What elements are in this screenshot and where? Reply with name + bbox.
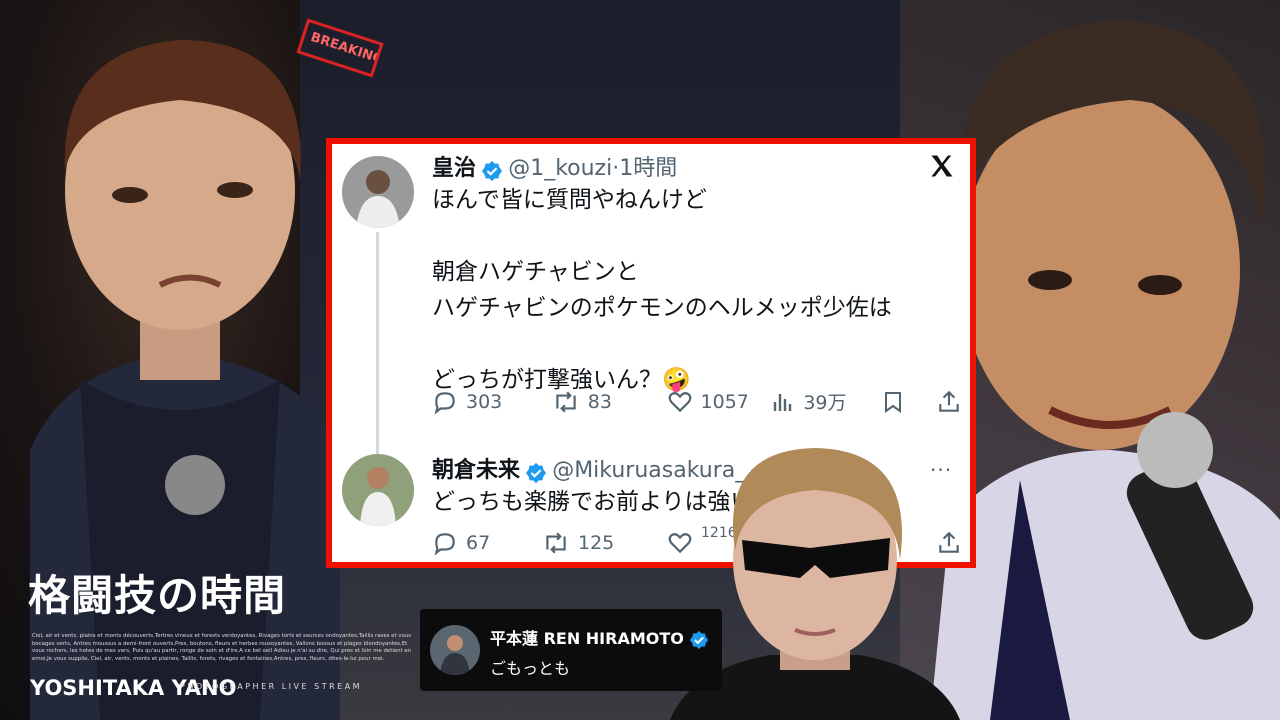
repost-icon <box>546 532 566 554</box>
brand-subtitle: PHOTOGRAPHER LIVE STREAM <box>180 682 363 691</box>
repost-button[interactable]: 83 <box>552 389 667 415</box>
like-icon <box>668 391 691 412</box>
verified-icon <box>482 160 503 181</box>
thread-line <box>376 232 379 454</box>
like-count: 1057 <box>700 390 749 413</box>
views-icon <box>774 393 792 411</box>
views-button[interactable]: 39万 <box>771 388 881 415</box>
reply-icon <box>434 391 455 414</box>
author-handle[interactable]: @1_kouzi <box>508 156 612 181</box>
tweet-line: 朝倉ハゲチャビンと <box>432 259 639 285</box>
reply-reply-button[interactable]: 67 <box>432 530 542 556</box>
bookmark-icon <box>885 391 902 413</box>
verified-icon <box>526 462 547 483</box>
bookmark-button[interactable] <box>881 389 936 415</box>
tweet-line: ハゲチャビンのポケモンのヘルメッポ少佐は <box>432 295 892 321</box>
tweet-line: ほんで皆に質問やねんけど <box>432 187 707 213</box>
author-name[interactable]: 皇治 <box>432 156 476 181</box>
tweet-header: 皇治 @1_kouzi·1時間 <box>432 150 677 182</box>
comment-header: 平本蓮 REN HIRAMOTO <box>490 625 709 650</box>
share-button[interactable] <box>936 389 962 415</box>
reply-count: 303 <box>466 390 503 413</box>
person-right-photo <box>930 20 1280 720</box>
repost-count: 83 <box>587 390 612 413</box>
avatar-kouzi[interactable] <box>342 156 414 228</box>
reply-button[interactable]: 303 <box>432 389 552 415</box>
avatar-mikuru[interactable] <box>342 454 414 526</box>
channel-title: 格闘技の時間 <box>28 571 287 620</box>
like-button[interactable]: 1057 <box>667 389 772 415</box>
decorative-small-print: Ciel, air et vents, plains et monts déco… <box>32 633 412 662</box>
reply-icon <box>434 533 455 556</box>
views-count: 39万 <box>803 392 847 414</box>
reply-reply-count: 67 <box>466 532 491 554</box>
repost-icon <box>556 391 576 412</box>
comment-text: ごもっとも <box>490 659 571 678</box>
comment-author-name[interactable]: 平本蓮 REN HIRAMOTO <box>490 629 684 648</box>
reply-repost-count: 125 <box>578 532 615 554</box>
reply-repost-button[interactable]: 125 <box>542 530 667 556</box>
tweet-actions: 303 83 1057 39万 <box>432 388 962 415</box>
verified-icon <box>689 630 709 649</box>
reply-author-name[interactable]: 朝倉未来 <box>432 458 520 483</box>
comment-card: 平本蓮 REN HIRAMOTO ごもっとも <box>420 609 722 691</box>
tweet-time[interactable]: ·1時間 <box>612 156 677 181</box>
share-icon <box>939 390 959 412</box>
avatar-hiramoto[interactable] <box>430 625 480 675</box>
x-logo-icon <box>931 155 953 177</box>
tweet-body: ほんで皆に質問やねんけど 朝倉ハゲチャビンと ハゲチャビンのポケモンのヘルメッポ… <box>432 182 892 398</box>
